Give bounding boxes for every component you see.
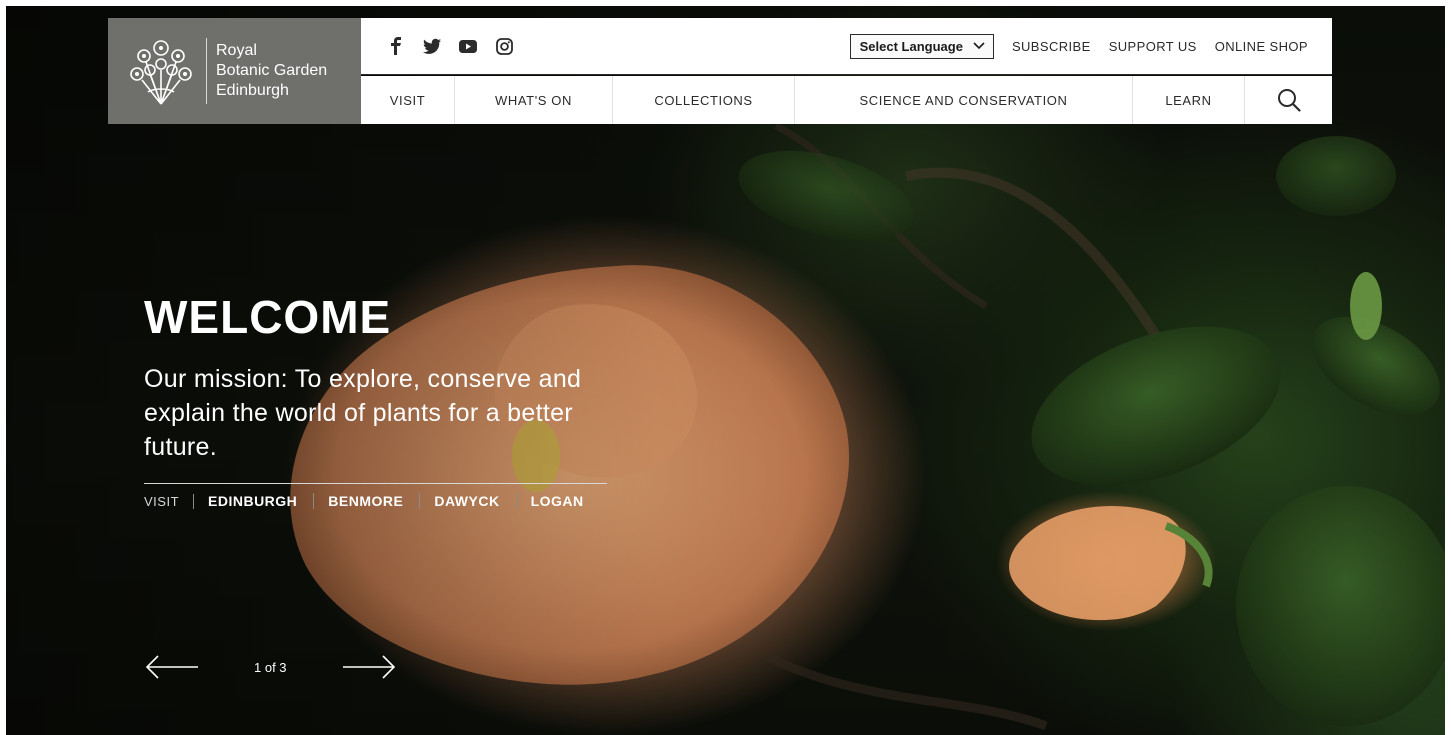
chevron-down-icon [973,42,985,50]
online-shop-link[interactable]: ONLINE SHOP [1215,39,1308,54]
visit-link-edinburgh[interactable]: EDINBURGH [194,493,315,509]
utility-links: Select Language SUBSCRIBE SUPPORT US ONL… [849,33,1332,59]
nav-item-learn[interactable]: LEARN [1133,76,1245,124]
nav-item-whats-on[interactable]: WHAT'S ON [455,76,613,124]
logo-line-2: Botanic Garden [216,62,328,79]
logo-line-3: Edinburgh [216,82,289,99]
arrow-left-icon[interactable] [144,652,200,682]
logo-divider [206,38,207,104]
flower-bouquet-icon [130,40,192,105]
logo-line-1: Royal [216,42,257,59]
visit-label: VISIT [144,493,195,509]
visit-link-dawyck[interactable]: DAWYCK [420,493,517,509]
visit-gardens-links: VISIT EDINBURGH BENMORE DAWYCK LOGAN [144,483,607,509]
facebook-icon[interactable] [387,37,405,55]
hero-title: WELCOME [144,291,392,343]
language-select-value: Select Language [859,38,963,54]
nav-item-science-and-conservation[interactable]: SCIENCE AND CONSERVATION [795,76,1133,124]
instagram-icon[interactable] [495,37,513,55]
logo-text: Royal Botanic Garden Edinburgh [216,41,327,101]
nav-item-visit[interactable]: VISIT [361,76,455,124]
social-links [361,37,513,55]
twitter-icon[interactable] [423,37,441,55]
youtube-icon[interactable] [459,37,477,55]
subscribe-link[interactable]: SUBSCRIBE [1012,39,1091,54]
utility-bar: Select Language SUBSCRIBE SUPPORT US ONL… [361,18,1332,75]
visit-link-logan[interactable]: LOGAN [517,493,600,509]
hero-subtitle: Our mission: To explore, conserve and ex… [144,365,582,461]
nav-item-collections[interactable]: COLLECTIONS [613,76,795,124]
site-logo[interactable]: Royal Botanic Garden Edinburgh [108,18,361,124]
carousel-controls: 1 of 3 [144,652,397,682]
language-select[interactable]: Select Language [849,33,994,59]
arrow-right-icon[interactable] [341,652,397,682]
visit-link-benmore[interactable]: BENMORE [314,493,421,509]
search-button[interactable] [1245,76,1332,124]
main-navigation: VISIT WHAT'S ON COLLECTIONS SCIENCE AND … [361,76,1332,124]
support-us-link[interactable]: SUPPORT US [1109,39,1197,54]
search-icon [1277,89,1301,112]
carousel-counter: 1 of 3 [254,659,287,675]
